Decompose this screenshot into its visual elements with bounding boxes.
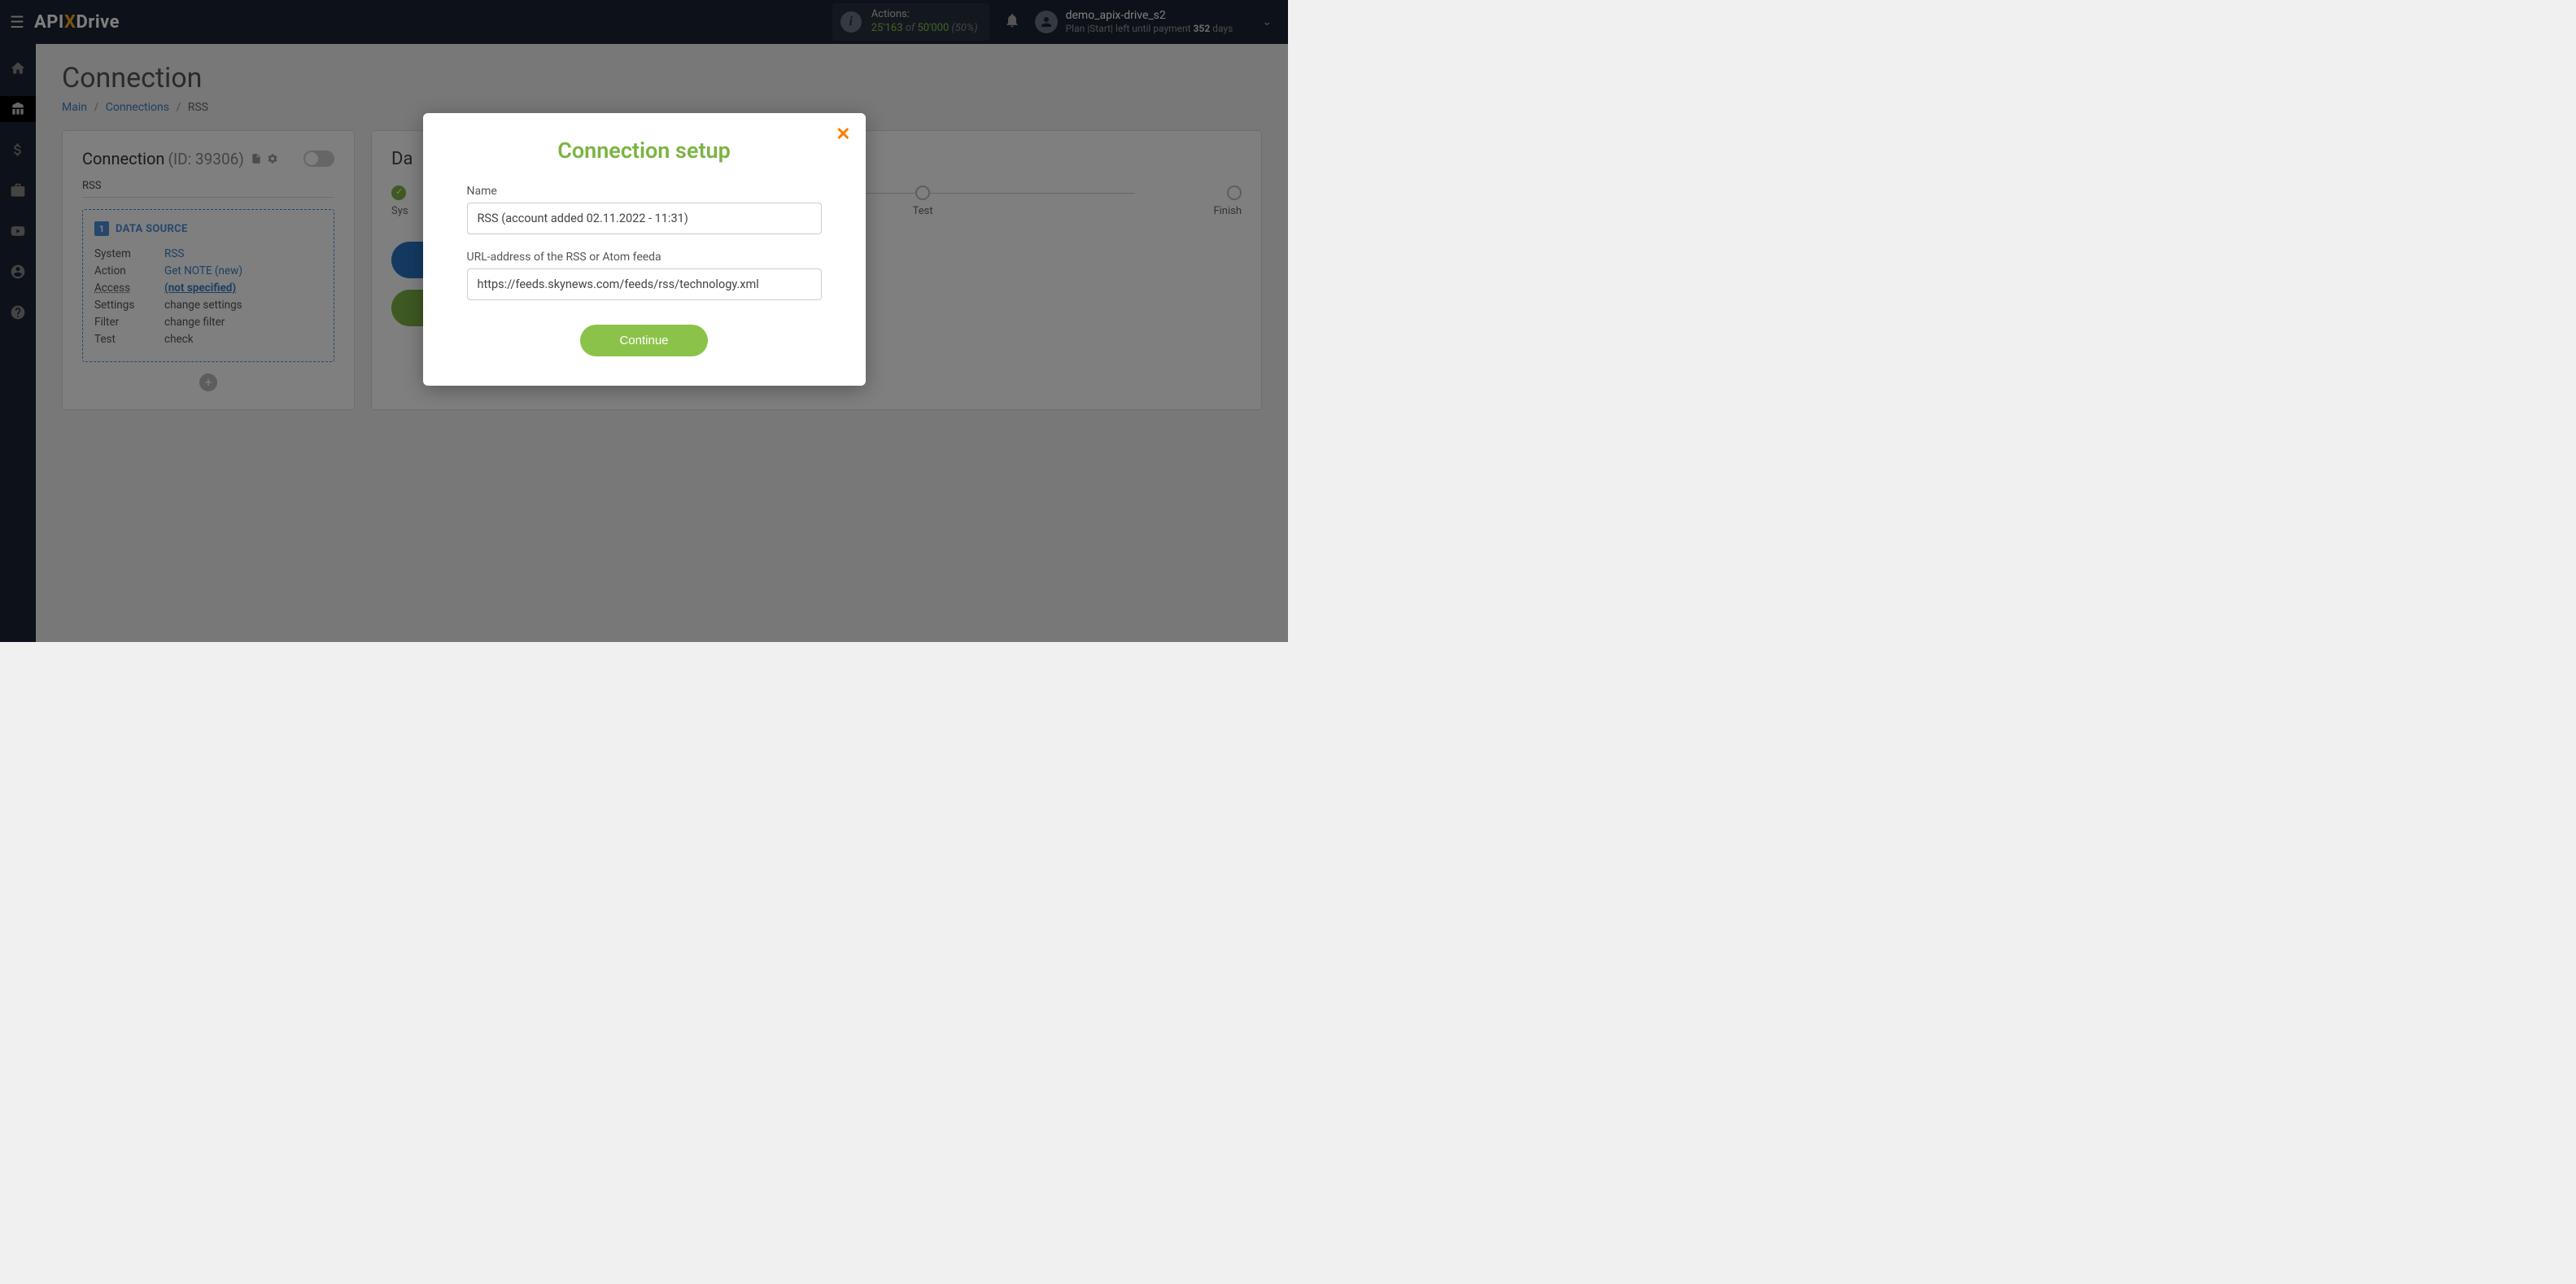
close-icon[interactable]: ✕	[836, 124, 850, 145]
url-label: URL-address of the RSS or Atom feeda	[467, 251, 822, 264]
url-input[interactable]	[467, 269, 822, 300]
modal-overlay[interactable]: ✕ Connection setup Name URL-address of t…	[0, 0, 1288, 642]
name-input[interactable]	[467, 203, 822, 234]
name-label: Name	[467, 185, 822, 198]
modal-title: Connection setup	[467, 138, 822, 164]
continue-button[interactable]: Continue	[580, 325, 707, 356]
connection-setup-modal: ✕ Connection setup Name URL-address of t…	[423, 113, 866, 386]
